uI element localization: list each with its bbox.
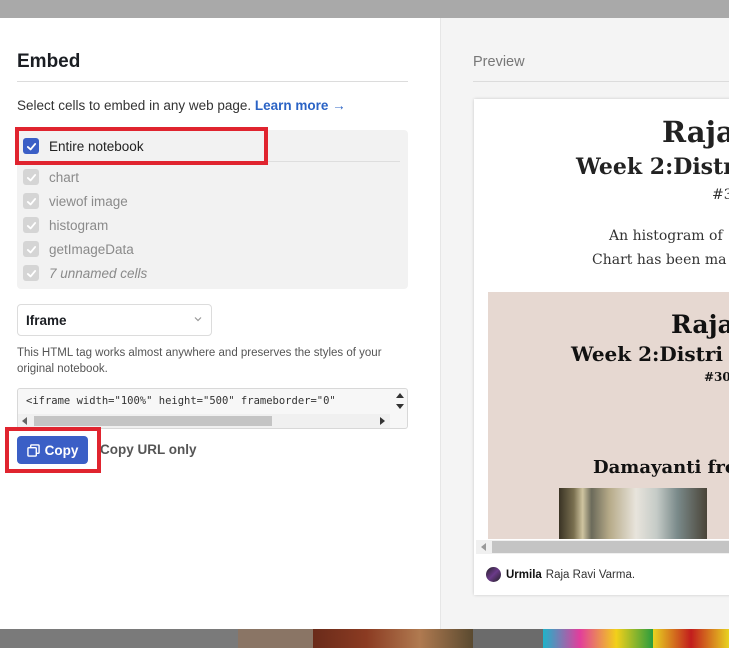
scroll-up-arrow-icon[interactable]	[396, 393, 404, 398]
notebook-name[interactable]: Raja Ravi Varma.	[546, 569, 635, 581]
embed-code-field[interactable]: <iframe width="100%" height="500" frameb…	[17, 388, 408, 429]
cell-item: getImageData	[23, 239, 134, 259]
preview-paragraph: An histogram of	[609, 228, 723, 244]
preview-subtitle: Week 2:Distri	[576, 154, 729, 180]
cell-label: 7 unnamed cells	[49, 265, 148, 281]
scroll-right-arrow-icon[interactable]	[380, 417, 385, 425]
format-note: This HTML tag works almost anywhere and …	[17, 347, 382, 375]
cell-label: histogram	[49, 217, 109, 233]
preview-panel: Preview Raja Week 2:Distri #3 An histogr…	[441, 18, 729, 629]
embedded-notebook: Raja Week 2:Distri #30d Damayanti fro	[488, 292, 729, 539]
dialog-title: Embed	[17, 51, 81, 72]
author-avatar	[486, 567, 501, 582]
highlight-box	[5, 427, 101, 473]
embed-dialog: Embed Select cells to embed in any web p…	[0, 18, 729, 629]
copy-url-button[interactable]: Copy URL only	[100, 442, 197, 457]
scrollbar-thumb[interactable]	[34, 416, 272, 426]
horizontal-scrollbar[interactable]	[18, 414, 390, 428]
scroll-left-arrow-icon[interactable]	[481, 543, 486, 551]
check-icon	[26, 269, 36, 277]
preview-title: Raja	[662, 115, 729, 149]
embed-code-text: <iframe width="100%" height="500" frameb…	[26, 395, 336, 407]
cell-checkbox-disabled	[23, 241, 39, 257]
preview-paragraph: Chart has been ma	[592, 252, 727, 268]
backdrop-top	[0, 0, 729, 18]
cell-checkbox-disabled	[23, 217, 39, 233]
cell-checkbox-disabled	[23, 265, 39, 281]
check-icon	[26, 197, 36, 205]
check-icon	[26, 245, 36, 253]
chevron-down-icon	[194, 317, 202, 322]
cell-checkbox-disabled	[23, 169, 39, 185]
preview-divider	[473, 81, 729, 82]
cell-checkbox-disabled	[23, 193, 39, 209]
cell-label: chart	[49, 169, 80, 185]
check-icon	[26, 173, 36, 181]
preview-tag: #3	[712, 187, 729, 203]
backdrop-bottom	[0, 629, 729, 648]
title-divider	[17, 81, 408, 82]
cell-item: viewof image	[23, 191, 128, 211]
preview-horizontal-scrollbar[interactable]	[476, 540, 729, 554]
dialog-description: Select cells to embed in any web page. L…	[17, 98, 346, 113]
painting-image	[559, 488, 707, 539]
description-text: Select cells to embed in any web page.	[17, 98, 252, 113]
scrollbar-thumb[interactable]	[492, 541, 729, 553]
cell-item: histogram	[23, 215, 108, 235]
embedded-title: Raja	[671, 310, 729, 339]
scroll-down-arrow-icon[interactable]	[396, 404, 404, 409]
cell-item: chart	[23, 167, 79, 187]
preview-label: Preview	[473, 54, 525, 70]
cell-label: viewof image	[49, 193, 128, 209]
embedded-caption: Damayanti fro	[593, 457, 729, 478]
cell-item: 7 unnamed cells	[23, 263, 147, 283]
embed-settings-panel: Embed Select cells to embed in any web p…	[0, 18, 440, 629]
preview-footer: Urmila Raja Ravi Varma.	[486, 567, 635, 582]
vertical-scrollbar[interactable]	[392, 389, 407, 414]
cell-label: getImageData	[49, 241, 134, 257]
embedded-subtitle: Week 2:Distri	[571, 342, 723, 366]
author-name[interactable]: Urmila	[506, 569, 542, 581]
scroll-left-arrow-icon[interactable]	[22, 417, 27, 425]
highlight-box	[15, 127, 268, 165]
select-value: Iframe	[26, 312, 67, 328]
preview-frame[interactable]: Raja Week 2:Distri #3 An histogram of Ch…	[474, 99, 729, 595]
embed-format-select[interactable]: Iframe	[17, 304, 212, 336]
learn-more-link[interactable]: Learn more →	[255, 98, 346, 113]
embedded-tag: #30d	[704, 370, 729, 384]
check-icon	[26, 221, 36, 229]
